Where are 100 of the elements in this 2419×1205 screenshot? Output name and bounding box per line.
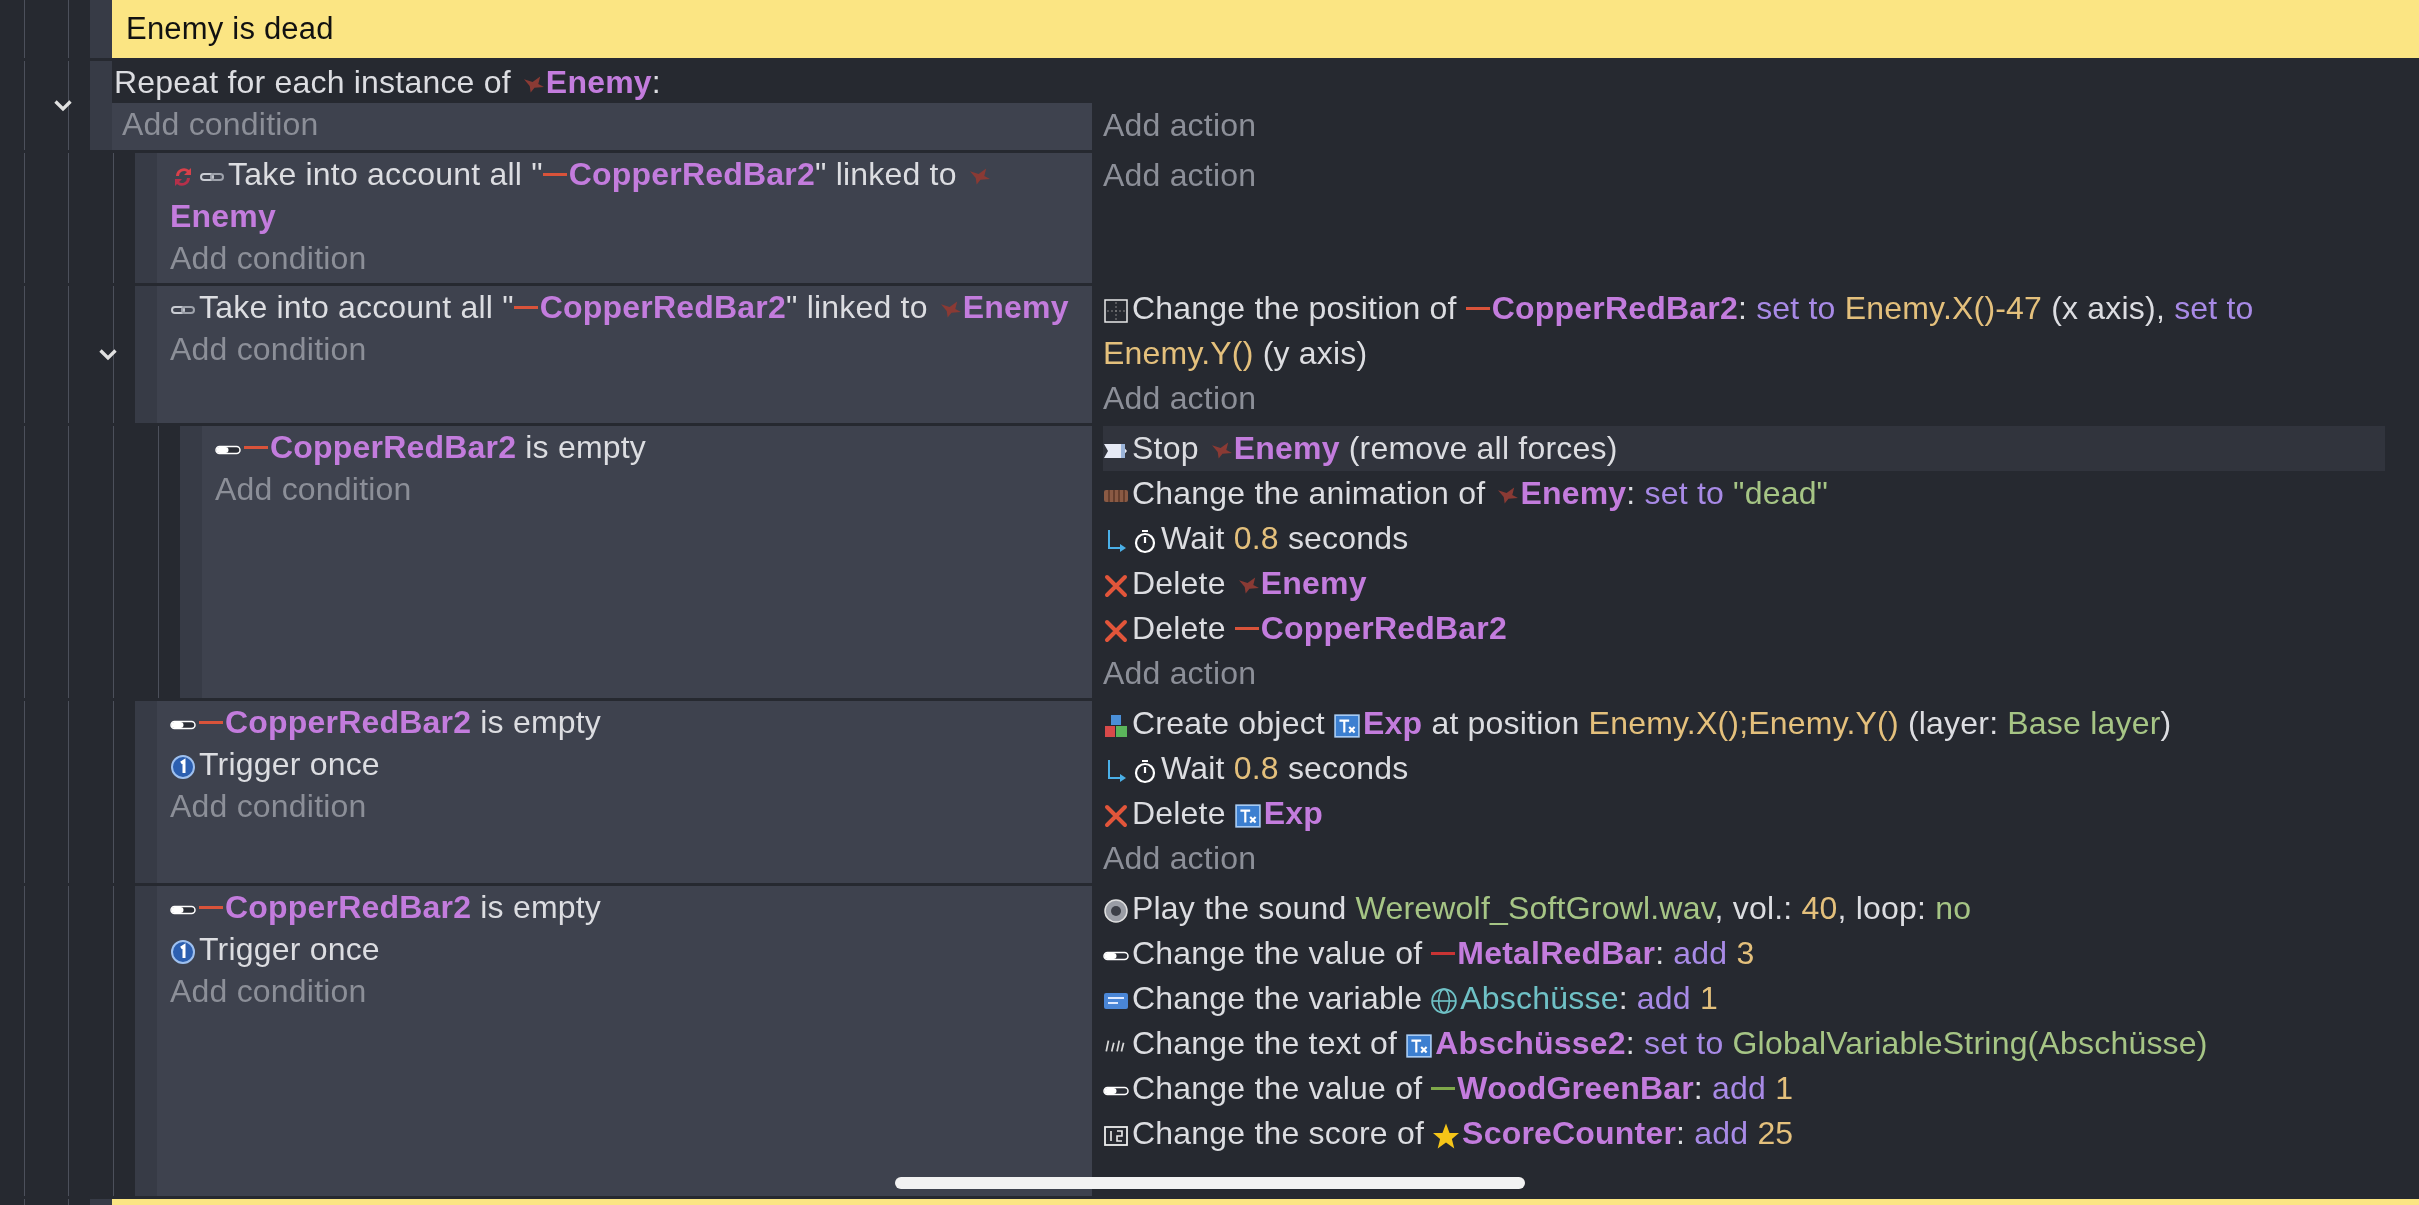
object-name: Exp <box>1363 705 1423 741</box>
value-text: 1 <box>1699 980 1718 1016</box>
object-name: WoodGreenBar <box>1457 1070 1694 1106</box>
stopwatch-icon <box>1132 758 1158 784</box>
value-text: GlobalVariableString(Abschüsse) <box>1732 1025 2208 1061</box>
action-text: Delete <box>1132 795 1226 831</box>
action-text: Delete <box>1132 610 1226 646</box>
action-row[interactable]: Change the value of WoodGreenBar: add 1 <box>1103 1066 2385 1111</box>
action-text: Change the score of <box>1132 1115 1424 1151</box>
object-name: CopperRedBar2 <box>568 156 816 192</box>
event-handle[interactable] <box>90 0 112 58</box>
object-name: Enemy <box>170 198 276 234</box>
action-text: : <box>1676 1115 1686 1151</box>
action-text: (remove all forces) <box>1348 430 1618 466</box>
action-text: Repeat for each instance of <box>114 64 511 100</box>
object-name: CopperRedBar2 <box>1491 290 1738 326</box>
event-handle[interactable] <box>135 153 157 283</box>
action-row[interactable]: Stop Enemy (remove all forces) <box>1103 426 2385 471</box>
action-text: Delete <box>1132 565 1226 601</box>
action-text: is empty <box>525 429 647 465</box>
object-name: Abschüsse2 <box>1435 1025 1626 1061</box>
action-text: : <box>1655 935 1665 971</box>
object-name: CopperRedBar2 <box>225 704 472 740</box>
value-text: 40 <box>1801 890 1838 926</box>
object-name: Exp <box>1263 795 1324 831</box>
action-text: , loop: <box>1837 890 1927 926</box>
parameter-keyword: add <box>1694 1115 1749 1151</box>
event-handle[interactable] <box>135 886 157 1196</box>
object-name: CopperRedBar2 <box>225 889 472 925</box>
value-text: 25 <box>1757 1115 1794 1151</box>
object-name: Enemy <box>1260 565 1367 601</box>
globe-icon <box>1431 988 1458 1014</box>
delete-icon <box>1103 573 1129 599</box>
parameter-keyword: add <box>1673 935 1728 971</box>
action-text: Wait <box>1161 520 1225 556</box>
action-text: at position <box>1431 705 1580 741</box>
event-handle[interactable] <box>135 286 157 423</box>
action-row[interactable]: Delete Enemy <box>1103 561 2385 606</box>
action-row[interactable]: Change the variable Abschüsse: add 1 <box>1103 976 2385 1021</box>
delete-icon <box>1103 618 1129 644</box>
action-row[interactable]: Wait 0.8 seconds <box>1103 746 2385 791</box>
chevron-icon[interactable] <box>99 348 117 361</box>
event-handle[interactable] <box>180 426 202 698</box>
action-row[interactable]: Change the position of CopperRedBar2: set to Enemy.X()-47 (x axis), set to Enemy.Y() (y axis) <box>1103 286 2385 376</box>
value-text: Werewolf_SoftGrowl.wav <box>1355 890 1715 926</box>
parameter-keyword: set to <box>1756 290 1836 326</box>
action-row[interactable]: Delete Exp <box>1103 791 2385 836</box>
add-action-link[interactable]: Add action <box>1103 651 1257 696</box>
value-text: Enemy.Y() <box>1103 335 1254 371</box>
action-text: , vol.: <box>1714 890 1793 926</box>
action-text: : <box>1626 475 1636 511</box>
action-text: Take into account all " <box>228 156 543 192</box>
action-row[interactable]: Wait 0.8 seconds <box>1103 516 2385 561</box>
action-text: : <box>651 64 661 100</box>
action-text: Play the sound <box>1132 890 1347 926</box>
action-text: Change the animation of <box>1132 475 1486 511</box>
variable-name: Abschüsse <box>1460 980 1619 1016</box>
action-text: : <box>1693 1070 1703 1106</box>
action-row[interactable]: Change the score of ScoreCounter: add 25 <box>1103 1111 2385 1156</box>
add-action-link[interactable]: Add action <box>1103 836 1257 881</box>
action-row[interactable]: Change the text of Abschüsse2: set to GlobalVariableString(Abschüsse) <box>1103 1021 2385 1066</box>
action-text: Change the value of <box>1132 935 1423 971</box>
position-icon <box>1103 298 1129 324</box>
creature-icon <box>1211 442 1232 459</box>
counter-icon <box>1103 1123 1129 1149</box>
add-action-link[interactable]: Add action <box>1103 103 1257 148</box>
creature-icon <box>1498 487 1519 504</box>
action-row[interactable]: Change the value of MetalRedBar: add 3 <box>1103 931 2385 976</box>
value-text: 3 <box>1736 935 1755 971</box>
action-row[interactable]: Delete CopperRedBar2 <box>1103 606 2385 651</box>
action-text: Change the position of <box>1132 290 1457 326</box>
action-text: Stop <box>1132 430 1199 466</box>
comment-text: Enemy is dead <box>126 11 334 47</box>
comment-bar[interactable]: Enemy is dead <box>112 0 2419 58</box>
scrollbar[interactable] <box>895 1177 1525 1189</box>
event-handle[interactable] <box>135 701 157 883</box>
add-action-link[interactable]: Add action <box>1103 376 1257 421</box>
action-text: Change the value of <box>1132 1070 1423 1106</box>
chevron-icon[interactable] <box>54 99 72 112</box>
add-action-link[interactable]: Add action <box>1103 153 1257 198</box>
object-name: Enemy <box>1233 430 1340 466</box>
creature-icon <box>1238 577 1259 594</box>
action-text: Create object <box>1132 705 1325 741</box>
object-name: Enemy <box>545 64 652 100</box>
action-text: seconds <box>1287 750 1409 786</box>
object-name: CopperRedBar2 <box>539 289 787 325</box>
action-text: Wait <box>1161 750 1225 786</box>
star-icon <box>1433 1123 1460 1149</box>
creature-icon <box>940 301 961 318</box>
blocks-icon <box>1103 713 1129 739</box>
object-name: Enemy <box>962 289 1069 325</box>
object-name: MetalRedBar <box>1457 935 1656 971</box>
parameter-keyword: set to <box>1643 1025 1724 1061</box>
action-row[interactable]: Change the animation of Enemy: set to "dead" <box>1103 471 2385 516</box>
object-name: ScoreCounter <box>1462 1115 1677 1151</box>
action-row[interactable]: Create object Exp at position Enemy.X();Enemy.Y() (layer: Base layer) <box>1103 701 2385 746</box>
action-row[interactable]: Play the sound Werewolf_SoftGrowl.wav, vol.: 40, loop: no <box>1103 886 2385 931</box>
action-text: Change the variable <box>1132 980 1423 1016</box>
event-handle[interactable] <box>90 61 112 150</box>
parameter-keyword: set to <box>1644 475 1724 511</box>
